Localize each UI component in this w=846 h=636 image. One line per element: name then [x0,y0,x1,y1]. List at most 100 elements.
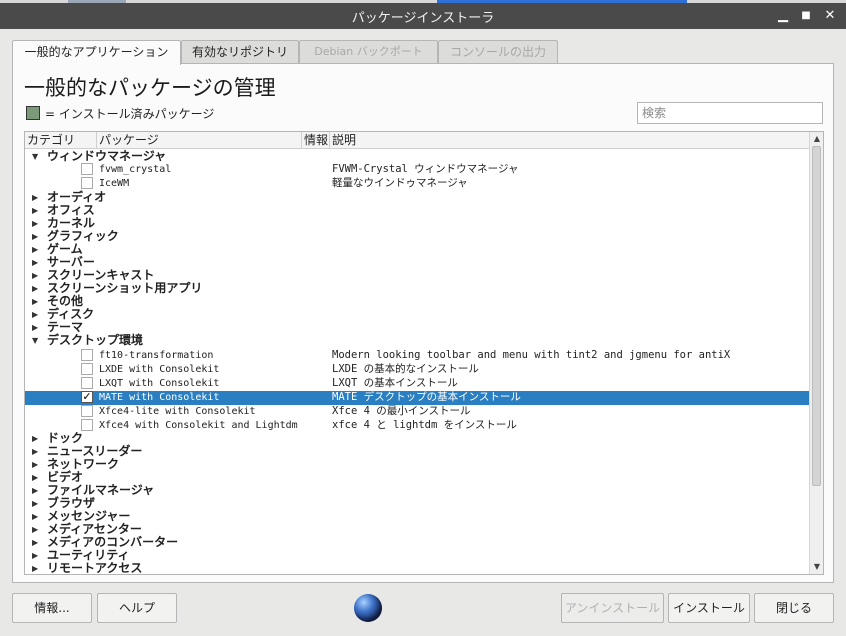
category-row[interactable]: ▶ ネットワーク [25,458,809,471]
collapsed-arrow-icon[interactable]: ▶ [32,458,38,471]
package-name: Xfce4-lite with Consolekit [99,406,256,417]
category-name: リモートアクセス [47,561,143,575]
collapsed-arrow-icon[interactable]: ▶ [32,243,38,256]
tab-console-output[interactable]: コンソールの出力 [438,40,558,64]
collapsed-arrow-icon[interactable]: ▶ [32,432,38,445]
package-checkbox[interactable] [81,363,93,375]
category-row[interactable]: ▶ ディスク [25,308,809,321]
package-checkbox[interactable] [81,177,93,189]
collapsed-arrow-icon[interactable]: ▶ [32,204,38,217]
package-description: FVWM-Crystal ウィンドウマネージャ [332,163,519,175]
tab-panel: 一般的なパッケージの管理 = インストール済みパッケージ カテゴリ パッケージ … [12,63,834,583]
package-row[interactable]: LXQT with Consolekit LXQT の基本インストール [25,377,809,390]
category-row[interactable]: ▶ リモートアクセス [25,561,809,575]
column-info[interactable]: 情報 [302,132,330,149]
package-description: Modern looking toolbar and menu with tin… [332,349,731,361]
package-checkbox[interactable] [81,405,93,417]
collapsed-arrow-icon[interactable]: ▶ [32,256,38,269]
scroll-down-icon[interactable]: ▼ [810,560,823,573]
collapsed-arrow-icon[interactable]: ▶ [32,191,38,204]
package-row[interactable]: LXDE with Consolekit LXDE の基本的なインストール [25,363,809,376]
collapsed-arrow-icon[interactable]: ▶ [32,445,38,458]
package-checkbox[interactable] [81,349,93,361]
collapsed-arrow-icon[interactable]: ▶ [32,562,38,574]
column-description[interactable]: 説明 [330,132,809,149]
package-name: ft10-transformation [99,350,214,361]
collapsed-arrow-icon[interactable]: ▶ [32,523,38,536]
package-row[interactable]: IceWM 軽量なウインドゥマネージャ [25,177,809,190]
category-row[interactable]: ▶ ドック [25,432,809,445]
package-row[interactable]: ✓ MATE with Consolekit MATE デスクトップの基本インストー… [25,391,809,405]
category-name: デスクトップ環境 [47,333,144,347]
expanded-arrow-icon[interactable]: ▼ [32,334,38,347]
info-button[interactable]: 情報... [12,593,92,623]
collapsed-arrow-icon[interactable]: ▶ [32,321,38,334]
category-row[interactable]: ▼ ウィンドウマネージャ [25,150,809,163]
expanded-arrow-icon[interactable]: ▼ [32,150,38,163]
package-description: xfce 4 と lightdm をインストール [332,419,517,431]
package-checkbox[interactable] [81,377,93,389]
column-package[interactable]: パッケージ [97,132,302,149]
collapsed-arrow-icon[interactable]: ▶ [32,230,38,243]
tree-rows: ▼ ウィンドウマネージャ fvwm_crystal FVWM-Crystal ウィンド… [25,149,809,574]
collapsed-arrow-icon[interactable]: ▶ [32,471,38,484]
package-row[interactable]: ft10-transformation Modern looking toolba… [25,349,809,362]
category-row[interactable]: ▶ ニュースリーダー [25,445,809,458]
package-name: LXDE with Consolekit [99,364,220,375]
package-row[interactable]: fvwm_crystal FVWM-Crystal ウィンドウマネージャ [25,163,809,176]
collapsed-arrow-icon[interactable]: ▶ [32,295,38,308]
package-checkbox[interactable] [81,419,93,431]
category-row[interactable]: ▶ ユーティリティ [25,549,809,562]
category-row[interactable]: ▶ ブラウザ [25,497,809,510]
collapsed-arrow-icon[interactable]: ▶ [32,308,38,321]
column-category[interactable]: カテゴリ [25,132,97,149]
category-name: ウィンドウマネージャ [47,149,167,163]
category-row[interactable]: ▶ スクリーンショット用アプリ [25,282,809,295]
collapsed-arrow-icon[interactable]: ▶ [32,484,38,497]
package-row[interactable]: Xfce4-lite with Consolekit Xfce 4 の最小インスト… [25,405,809,418]
tree-header: カテゴリ パッケージ 情報 説明 [25,132,809,149]
tab-debian-backports[interactable]: Debian バックポート [299,40,438,64]
category-row[interactable]: ▶ ゲーム [25,243,809,256]
package-description: 軽量なウインドゥマネージャ [332,177,468,189]
installed-color-swatch [26,106,40,120]
page-title: 一般的なパッケージの管理 [24,76,276,100]
uninstall-button[interactable]: アンインストール [561,593,664,623]
legend-label: = インストール済みパッケージ [45,106,215,121]
maximize-icon[interactable]: ■ [798,8,814,24]
package-description: LXDE の基本的なインストール [332,363,479,375]
category-row[interactable]: ▶ カーネル [25,217,809,230]
vertical-scrollbar[interactable]: ▲ ▼ [809,132,823,574]
category-row[interactable]: ▼ デスクトップ環境 [25,334,809,347]
package-name: fvwm_crystal [99,164,172,175]
collapsed-arrow-icon[interactable]: ▶ [32,549,38,562]
scroll-up-icon[interactable]: ▲ [810,132,823,145]
package-checkbox[interactable]: ✓ [81,391,93,403]
help-button[interactable]: ヘルプ [97,593,177,623]
tab-repositories[interactable]: 有効なリポジトリ [181,40,299,64]
installed-legend: = インストール済みパッケージ [26,106,215,121]
category-row[interactable]: ▶ メディアのコンバーター [25,536,809,549]
category-row[interactable]: ▶ グラフィック [25,230,809,243]
install-button[interactable]: インストール [668,593,750,623]
package-checkbox[interactable] [81,163,93,175]
category-row[interactable]: ▶ オーディオ [25,191,809,204]
category-row[interactable]: ▶ オフィス [25,204,809,217]
package-name: MATE with Consolekit [99,392,220,403]
collapsed-arrow-icon[interactable]: ▶ [32,536,38,549]
category-row[interactable]: ▶ その他 [25,295,809,308]
minimize-icon[interactable]: ▁ [775,8,791,24]
collapsed-arrow-icon[interactable]: ▶ [32,497,38,510]
close-icon[interactable]: ✕ [822,8,838,24]
collapsed-arrow-icon[interactable]: ▶ [32,269,38,282]
category-row[interactable]: ▶ メッセンジャー [25,510,809,523]
collapsed-arrow-icon[interactable]: ▶ [32,282,38,295]
close-button[interactable]: 閉じる [754,593,834,623]
collapsed-arrow-icon[interactable]: ▶ [32,217,38,230]
search-input[interactable] [637,102,823,124]
tab-general-apps[interactable]: 一般的なアプリケーション [12,40,181,65]
scrollbar-thumb[interactable] [812,146,821,486]
collapsed-arrow-icon[interactable]: ▶ [32,510,38,523]
category-row[interactable]: ▶ ファイルマネージャ [25,484,809,497]
package-row[interactable]: Xfce4 with Consolekit and Lightdm xfce 4 … [25,419,809,432]
